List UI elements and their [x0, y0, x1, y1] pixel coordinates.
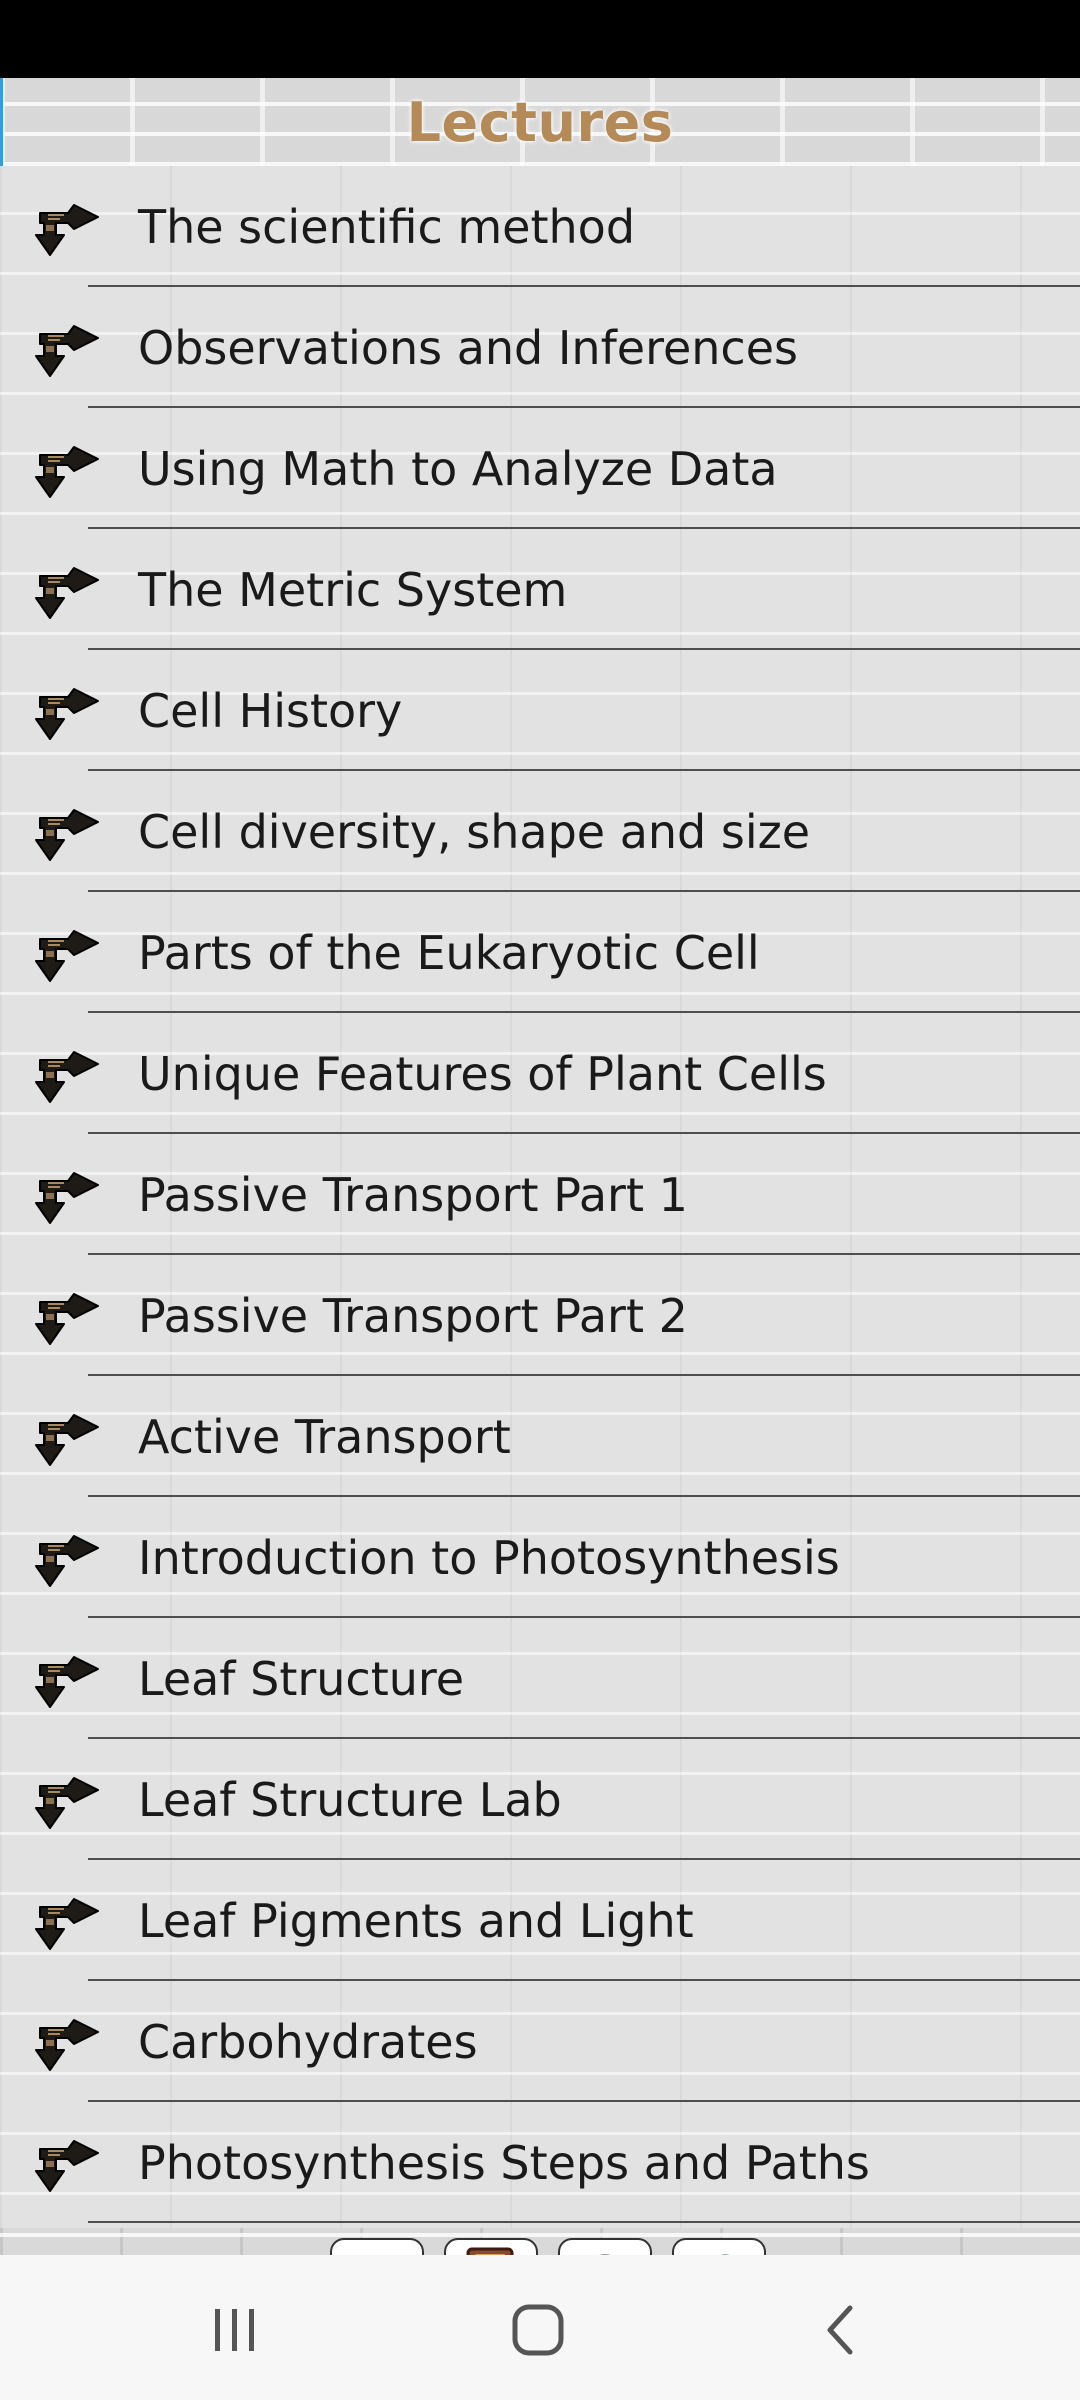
lecture-title: Leaf Structure Lab [138, 1772, 562, 1827]
lecture-list-item[interactable]: Passive Transport Part 1 [0, 1134, 1080, 1255]
bottom-toolbar [0, 2228, 1080, 2255]
recent-apps-icon [215, 2309, 254, 2351]
lecture-title: Leaf Pigments and Light [138, 1893, 694, 1948]
lecture-list-item[interactable]: Active Transport [0, 1376, 1080, 1497]
pointing-hand-icon [35, 1292, 99, 1345]
pointing-hand-icon [35, 808, 99, 861]
pointing-hand-icon [35, 324, 99, 377]
lecture-list-item[interactable]: The Metric System [0, 529, 1080, 650]
lecture-list: The scientific method Observations and I… [0, 166, 1080, 2223]
back-icon [827, 2305, 853, 2355]
pointing-hand-icon [35, 2139, 99, 2192]
pointing-hand-icon [35, 1776, 99, 1829]
pointing-hand-icon [35, 929, 99, 982]
pointing-hand-icon [35, 1050, 99, 1103]
lecture-list-item[interactable]: Parts of the Eukaryotic Cell [0, 892, 1080, 1013]
pointing-hand-icon [35, 2018, 99, 2071]
home-icon [512, 2304, 564, 2356]
pointing-hand-icon [35, 1413, 99, 1466]
lecture-title: Leaf Structure [138, 1651, 465, 1706]
pointing-hand-icon [35, 1897, 99, 1950]
pointing-hand-icon [35, 566, 99, 619]
lecture-list-item[interactable]: The scientific method [0, 166, 1080, 287]
book-icon [466, 2247, 514, 2255]
lecture-title: Carbohydrates [138, 2014, 478, 2069]
pointing-hand-icon [35, 1534, 99, 1587]
back-button[interactable] [330, 2238, 424, 2255]
lecture-list-item[interactable]: Introduction to Photosynthesis [0, 1497, 1080, 1618]
lecture-title: Unique Features of Plant Cells [138, 1046, 827, 1101]
lecture-list-item[interactable]: Carbohydrates [0, 1981, 1080, 2102]
header: Lectures [0, 78, 1080, 166]
pointing-hand-icon [35, 687, 99, 740]
pointing-hand-icon [35, 1171, 99, 1224]
lecture-title: Cell diversity, shape and size [138, 804, 811, 859]
app-screen: Lectures The scientific method Observati… [0, 78, 1080, 2255]
lecture-list-item[interactable]: Cell diversity, shape and size [0, 771, 1080, 892]
lecture-title: Parts of the Eukaryotic Cell [138, 925, 760, 980]
lecture-list-item[interactable]: Observations and Inferences [0, 287, 1080, 408]
lecture-title: Introduction to Photosynthesis [138, 1530, 840, 1585]
lecture-list-item[interactable]: Passive Transport Part 2 [0, 1255, 1080, 1376]
pointing-hand-icon [35, 1655, 99, 1708]
status-bar [0, 0, 1080, 78]
lecture-title: The scientific method [138, 199, 636, 254]
lecture-list-item[interactable]: Leaf Pigments and Light [0, 1860, 1080, 1981]
lecture-title: Photosynthesis Steps and Paths [138, 2135, 870, 2190]
lecture-list-item[interactable]: Leaf Structure [0, 1618, 1080, 1739]
lecture-list-item[interactable]: Unique Features of Plant Cells [0, 1013, 1080, 1134]
lecture-list-item[interactable]: Cell History [0, 650, 1080, 771]
lecture-title: Cell History [138, 683, 403, 738]
lecture-title: Observations and Inferences [138, 320, 798, 375]
system-back-button[interactable] [780, 2295, 900, 2365]
pointing-hand-icon [35, 445, 99, 498]
lecture-title: The Metric System [138, 562, 568, 617]
pointing-hand-icon [35, 203, 99, 256]
lecture-title: Active Transport [138, 1409, 511, 1464]
recent-apps-button[interactable] [175, 2295, 295, 2365]
lecture-list-item[interactable]: Photosynthesis Steps and Paths [0, 2102, 1080, 2223]
book-button[interactable] [444, 2238, 538, 2255]
home-button[interactable] [478, 2295, 598, 2365]
system-navigation-bar [0, 2255, 1080, 2400]
lecture-title: Using Math to Analyze Data [138, 441, 778, 496]
search-button[interactable] [672, 2238, 766, 2255]
lecture-title: Passive Transport Part 2 [138, 1288, 688, 1343]
lecture-title: Passive Transport Part 1 [138, 1167, 688, 1222]
lecture-list-item[interactable]: Leaf Structure Lab [0, 1739, 1080, 1860]
lecture-list-item[interactable]: Using Math to Analyze Data [0, 408, 1080, 529]
settings-button[interactable] [558, 2238, 652, 2255]
page-title: Lectures [406, 90, 674, 154]
